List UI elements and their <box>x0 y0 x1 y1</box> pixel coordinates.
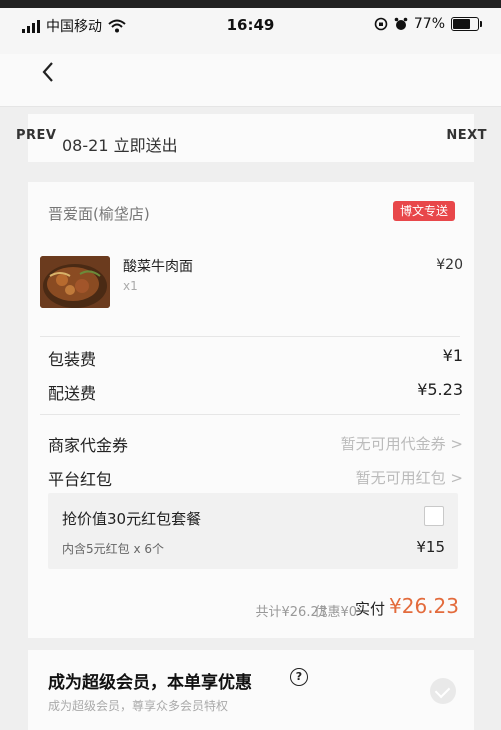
package-title: 抢价值30元红包套餐 <box>62 510 202 528</box>
rotation-lock-icon <box>374 17 388 31</box>
battery-icon <box>451 17 482 31</box>
help-icon[interactable]: ? <box>290 668 308 686</box>
vip-title: 成为超级会员，本单享优惠 <box>48 673 252 693</box>
item-name: 酸菜牛肉面 <box>123 259 193 275</box>
packaging-fee-value: ¥1 <box>442 346 463 365</box>
package-description: 内含5元红包 x 6个 <box>62 542 165 556</box>
battery-percent: 77% <box>413 16 445 32</box>
vip-check-icon[interactable] <box>430 678 456 704</box>
vip-subtitle: 成为超级会员，尊享众多会员特权 <box>48 699 229 713</box>
item-image <box>40 256 110 308</box>
packaging-fee-label: 包装费 <box>48 350 97 369</box>
chevron-left-icon <box>42 62 53 82</box>
prev-button[interactable]: PREV <box>16 128 56 143</box>
divider <box>40 414 460 415</box>
delivery-fee-label: 配送费 <box>48 384 97 403</box>
merchant-voucher-label[interactable]: 商家代金券 <box>48 432 128 456</box>
shop-name[interactable]: 晋爱面(榆垡店) <box>48 203 150 224</box>
redpacket-package[interactable] <box>48 493 458 569</box>
total-discount: 优惠¥0 <box>314 605 357 620</box>
alarm-icon <box>394 17 408 30</box>
paid-label: 实付 <box>354 600 385 618</box>
nav-bar <box>0 54 501 107</box>
package-checkbox[interactable] <box>424 506 444 526</box>
item-quantity: x1 <box>123 279 138 293</box>
next-button[interactable]: NEXT <box>446 128 487 143</box>
delivery-tag-badge: 博文专送 <box>393 201 456 221</box>
delivery-fee-value: ¥5.23 <box>417 380 463 399</box>
merchant-voucher-value[interactable]: 暂无可用代金券 > <box>341 433 463 454</box>
status-right: 77% <box>374 16 482 32</box>
delivery-time[interactable]: 08-21 立即送出 <box>62 132 178 156</box>
top-edge <box>0 0 501 8</box>
package-price: ¥15 <box>416 538 445 556</box>
platform-redpacket-label[interactable]: 平台红包 <box>48 466 112 490</box>
battery-fill <box>453 19 470 29</box>
platform-redpacket-value[interactable]: 暂无可用红包 > <box>356 467 463 488</box>
back-button[interactable] <box>40 60 56 89</box>
item-price: ¥20 <box>436 257 463 273</box>
paid-amount: ¥26.23 <box>389 594 459 618</box>
divider <box>40 336 460 337</box>
